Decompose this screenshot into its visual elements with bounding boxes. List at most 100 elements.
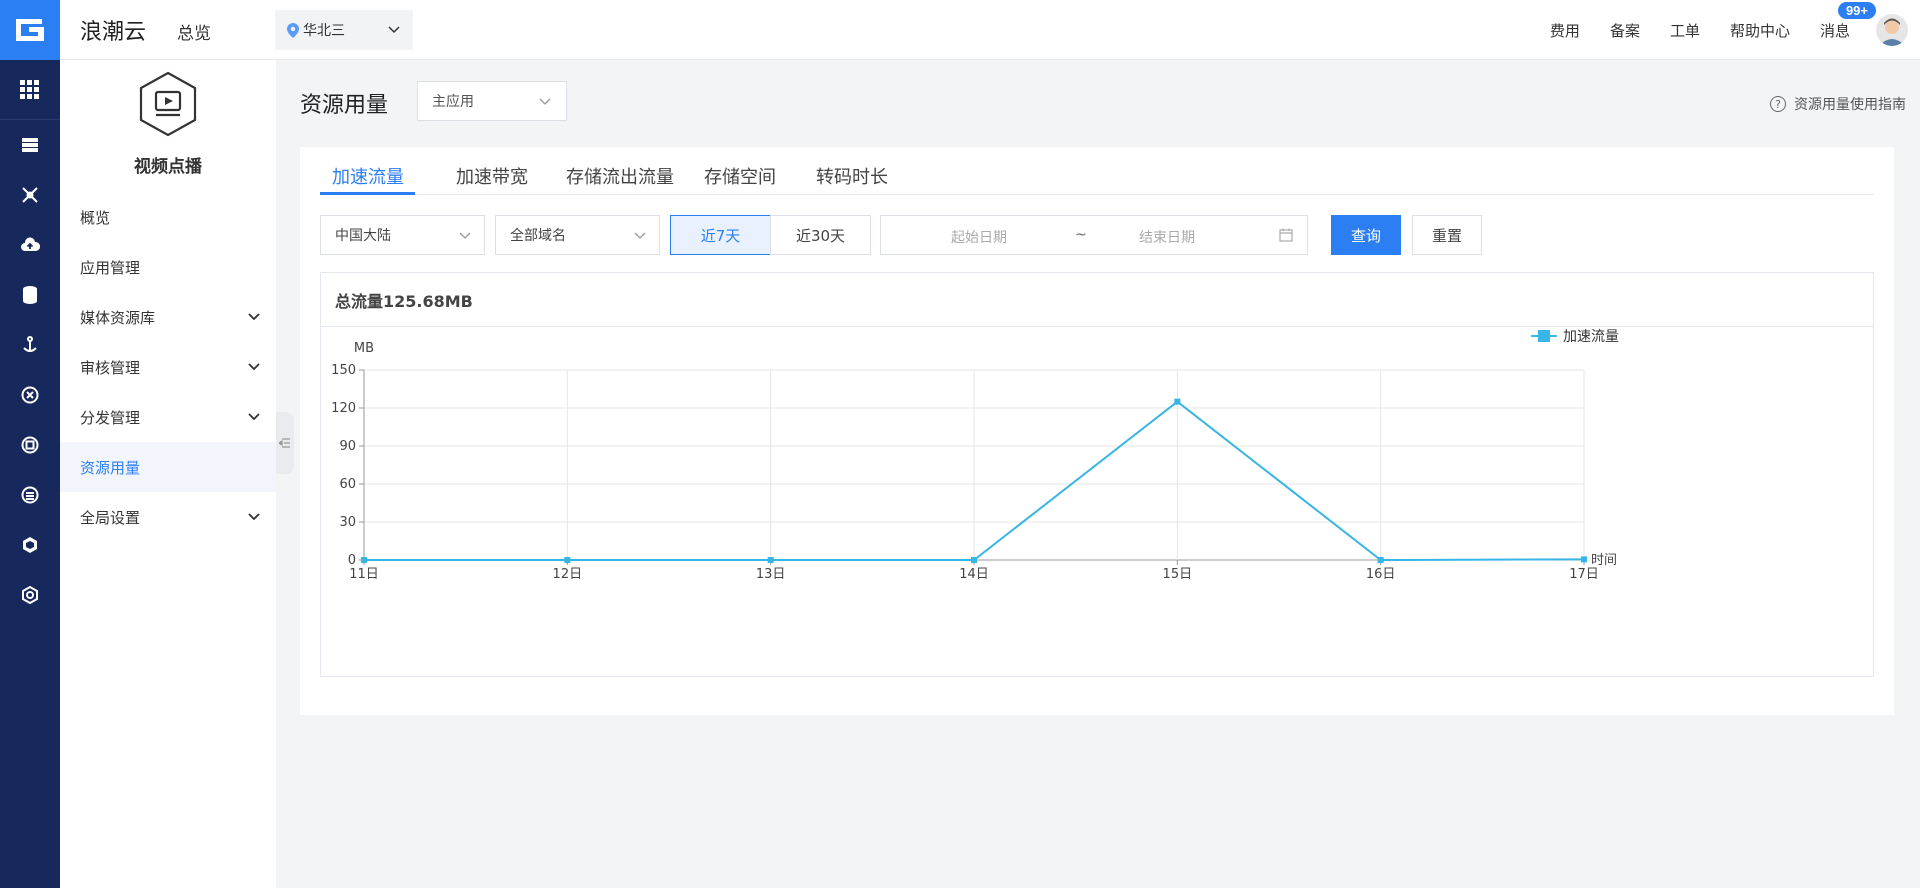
region-filter[interactable]: 中国大陆	[320, 215, 485, 255]
x-tick-label: 15日	[1163, 567, 1193, 582]
data-point	[767, 557, 774, 563]
usage-guide-link[interactable]: ? 资源用量使用指南	[1770, 94, 1906, 114]
help-icon: ?	[1770, 96, 1786, 112]
layers-icon[interactable]	[0, 470, 60, 520]
traffic-line-chart: 0 30 60 90 120 150 11日 12日 13日 14日 15日 16日 17日 MB 时间 加速…	[331, 329, 1619, 582]
nav-help-center[interactable]: 帮助中心	[1730, 20, 1790, 41]
range-30-days-button[interactable]: 近30天	[770, 215, 871, 255]
app-select-value: 主应用	[432, 94, 474, 110]
date-range-picker[interactable]: 起始日期 ~ 结束日期	[880, 215, 1308, 255]
usage-panel: 加速流量 加速带宽 存储流出流量 存储空间 转码时长 中国大陆 全部域名 近7天…	[300, 147, 1894, 715]
chevron-down-icon	[388, 26, 400, 34]
cloud-upload-icon[interactable]	[0, 220, 60, 270]
usage-guide-label: 资源用量使用指南	[1794, 97, 1906, 113]
nav-messages[interactable]: 消息	[1820, 20, 1850, 41]
date-separator: ~	[1075, 227, 1087, 243]
top-bar: 浪潮云 总览 华北三 费用 备案 工单 帮助中心 消息 99+	[60, 0, 1920, 60]
data-point	[971, 557, 977, 563]
anchor-icon[interactable]	[0, 320, 60, 370]
domain-filter[interactable]: 全部域名	[495, 215, 660, 255]
y-tick-label: 0	[348, 553, 356, 568]
page-title: 资源用量	[300, 93, 389, 118]
app-select[interactable]: 主应用	[417, 81, 567, 121]
sidebar-item-label: 分发管理	[80, 408, 141, 427]
tab-acceleration-bandwidth[interactable]: 加速带宽	[456, 163, 528, 189]
media-icon[interactable]	[0, 420, 60, 470]
sidebar-item-review[interactable]: 审核管理	[60, 342, 276, 392]
legend-marker	[1538, 330, 1550, 342]
query-button[interactable]: 查询	[1331, 215, 1401, 255]
region-label: 华北三	[303, 23, 345, 39]
x-tick-label: 14日	[959, 567, 989, 582]
sidebar-item-app-management[interactable]: 应用管理	[60, 242, 276, 292]
avatar[interactable]	[1876, 14, 1908, 46]
sidebar-item-global-settings[interactable]: 全局设置	[60, 492, 276, 542]
sidebar-item-label: 资源用量	[80, 458, 141, 477]
location-pin-icon	[287, 22, 299, 38]
chevron-down-icon	[539, 98, 551, 105]
server-icon[interactable]	[0, 120, 60, 170]
cross-icon[interactable]	[0, 370, 60, 420]
y-tick-label: 60	[339, 477, 356, 492]
main-content: 资源用量 主应用 ? 资源用量使用指南 加速流量 加速带宽 存储流出流量 存储空…	[276, 60, 1920, 888]
sidebar-item-resource-usage[interactable]: 资源用量	[60, 442, 276, 492]
nav-tickets[interactable]: 工单	[1670, 20, 1700, 41]
y-tick-label: 120	[331, 401, 356, 416]
network-icon[interactable]	[0, 170, 60, 220]
sidebar-menu: 概览 应用管理 媒体资源库 审核管理 分发管理 资源用量 全局设置	[60, 192, 276, 542]
usage-tabs: 加速流量 加速带宽 存储流出流量 存储空间 转码时长	[320, 147, 1874, 195]
nav-filing[interactable]: 备案	[1610, 20, 1640, 41]
chevron-down-icon	[248, 413, 260, 421]
icon-rail	[0, 0, 60, 888]
traffic-chart-card: 总流量125.68MB 0 30 60 90 120 150 11日 12日 13日 14日 15日…	[320, 272, 1874, 677]
sidebar-item-label: 概览	[80, 208, 111, 227]
tab-acceleration-traffic[interactable]: 加速流量	[332, 163, 404, 189]
data-point	[1174, 398, 1181, 405]
chevron-down-icon	[634, 232, 646, 239]
sidebar-item-label: 媒体资源库	[80, 308, 156, 327]
sidebar-item-media-library[interactable]: 媒体资源库	[60, 292, 276, 342]
sidebar-item-overview[interactable]: 概览	[60, 192, 276, 242]
start-date-placeholder[interactable]: 起始日期	[951, 227, 1007, 247]
chevron-down-icon	[248, 363, 260, 371]
chevron-down-icon	[248, 513, 260, 521]
grid-icon[interactable]	[0, 60, 60, 120]
sidebar-item-label: 全局设置	[80, 508, 141, 527]
active-tab-underline	[320, 192, 415, 195]
logo-icon[interactable]	[0, 0, 60, 60]
domain-filter-value: 全部域名	[510, 228, 566, 244]
nav-fees[interactable]: 费用	[1550, 20, 1580, 41]
play-hex-icon[interactable]	[0, 570, 60, 620]
data-point	[361, 557, 367, 563]
tab-storage-outbound[interactable]: 存储流出流量	[566, 163, 674, 189]
y-tick-label: 30	[339, 515, 356, 530]
database-icon[interactable]	[0, 270, 60, 320]
range-7-days-button[interactable]: 近7天	[670, 215, 771, 255]
y-tick-label: 90	[339, 439, 356, 454]
product-name: 视频点播	[134, 157, 202, 177]
product-sidebar: 视频点播 概览 应用管理 媒体资源库 审核管理 分发管理 资源用量 全局设置	[60, 60, 276, 888]
message-count-badge: 99+	[1837, 2, 1876, 19]
sidebar-item-distribution[interactable]: 分发管理	[60, 392, 276, 442]
x-axis-label: 时间	[1591, 553, 1617, 568]
reset-button[interactable]: 重置	[1412, 215, 1482, 255]
tab-transcode-duration[interactable]: 转码时长	[816, 163, 888, 189]
end-date-placeholder[interactable]: 结束日期	[1139, 227, 1195, 247]
x-tick-label: 12日	[553, 567, 583, 582]
y-tick-label: 150	[331, 363, 356, 378]
tab-storage-space[interactable]: 存储空间	[704, 163, 776, 189]
y-axis-label: MB	[354, 341, 374, 356]
hexagon-icon[interactable]	[0, 520, 60, 570]
data-point	[1377, 557, 1384, 563]
data-point	[564, 557, 571, 563]
region-selector[interactable]: 华北三	[275, 10, 413, 50]
region-filter-value: 中国大陆	[335, 228, 391, 244]
overview-link[interactable]: 总览	[177, 19, 211, 44]
chevron-down-icon	[248, 313, 260, 321]
filter-bar: 中国大陆 全部域名 近7天 近30天 起始日期 ~ 结束日期 查询 重置	[320, 215, 1880, 255]
x-tick-label: 13日	[756, 567, 786, 582]
brand-name[interactable]: 浪潮云	[80, 14, 146, 46]
legend-label: 加速流量	[1563, 329, 1619, 345]
sidebar-item-label: 审核管理	[80, 358, 141, 377]
data-point	[1581, 556, 1587, 563]
